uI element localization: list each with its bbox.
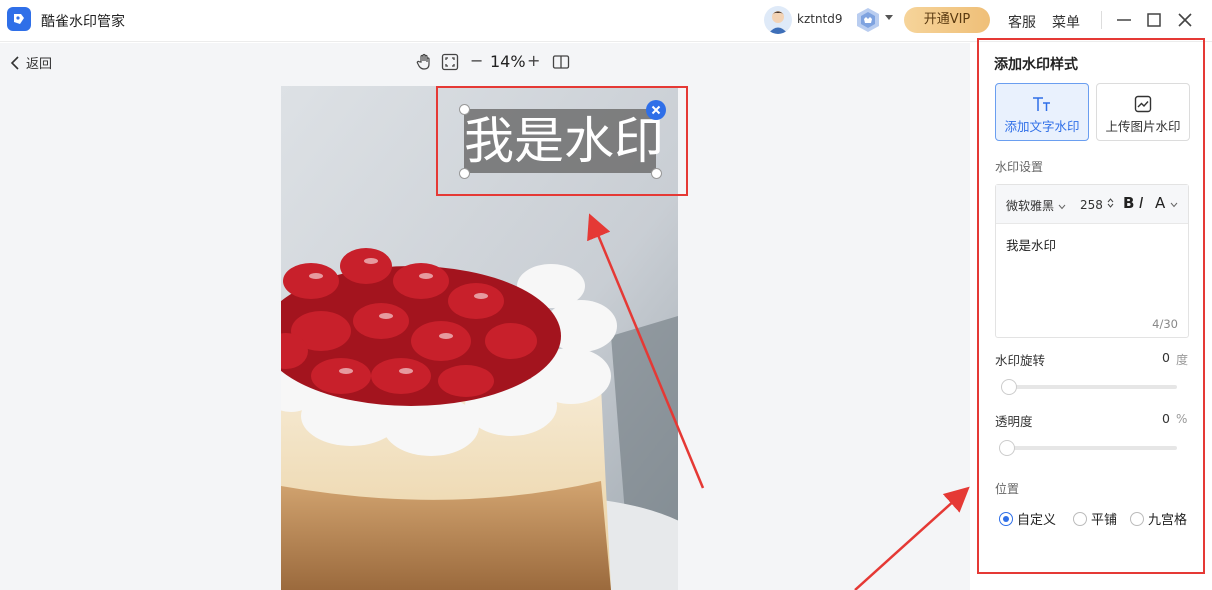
back-chevron-icon xyxy=(10,55,19,70)
vip-button[interactable]: 开通VIP xyxy=(904,7,990,33)
minimize-icon[interactable] xyxy=(1115,11,1133,29)
avatar-icon[interactable] xyxy=(764,6,792,34)
app-title: 酷雀水印管家 xyxy=(41,14,125,30)
badge-icon[interactable] xyxy=(855,7,881,33)
back-label: 返回 xyxy=(26,57,53,72)
username[interactable]: kztntd9 xyxy=(797,12,843,26)
fit-screen-icon[interactable] xyxy=(441,53,459,71)
zoom-level: 14% xyxy=(490,52,526,71)
maximize-icon[interactable] xyxy=(1145,11,1163,29)
title-bar: 酷雀水印管家 kztntd9 开通VIP 客服 菜单 xyxy=(0,0,1212,42)
zoom-out-button[interactable]: − xyxy=(470,51,483,70)
back-button[interactable]: 返回 xyxy=(10,53,52,72)
menu-link[interactable]: 菜单 xyxy=(1052,12,1080,32)
title-separator xyxy=(1101,11,1102,29)
annotation-box-watermark xyxy=(436,86,688,196)
compare-icon[interactable] xyxy=(552,53,570,71)
close-icon[interactable] xyxy=(1176,11,1194,29)
zoom-in-button[interactable]: + xyxy=(527,51,540,70)
service-link[interactable]: 客服 xyxy=(1008,12,1036,32)
annotation-box-panel xyxy=(977,38,1205,574)
badge-dropdown-icon[interactable] xyxy=(885,15,893,20)
app-logo-icon xyxy=(7,7,31,31)
hand-icon[interactable] xyxy=(415,53,433,71)
